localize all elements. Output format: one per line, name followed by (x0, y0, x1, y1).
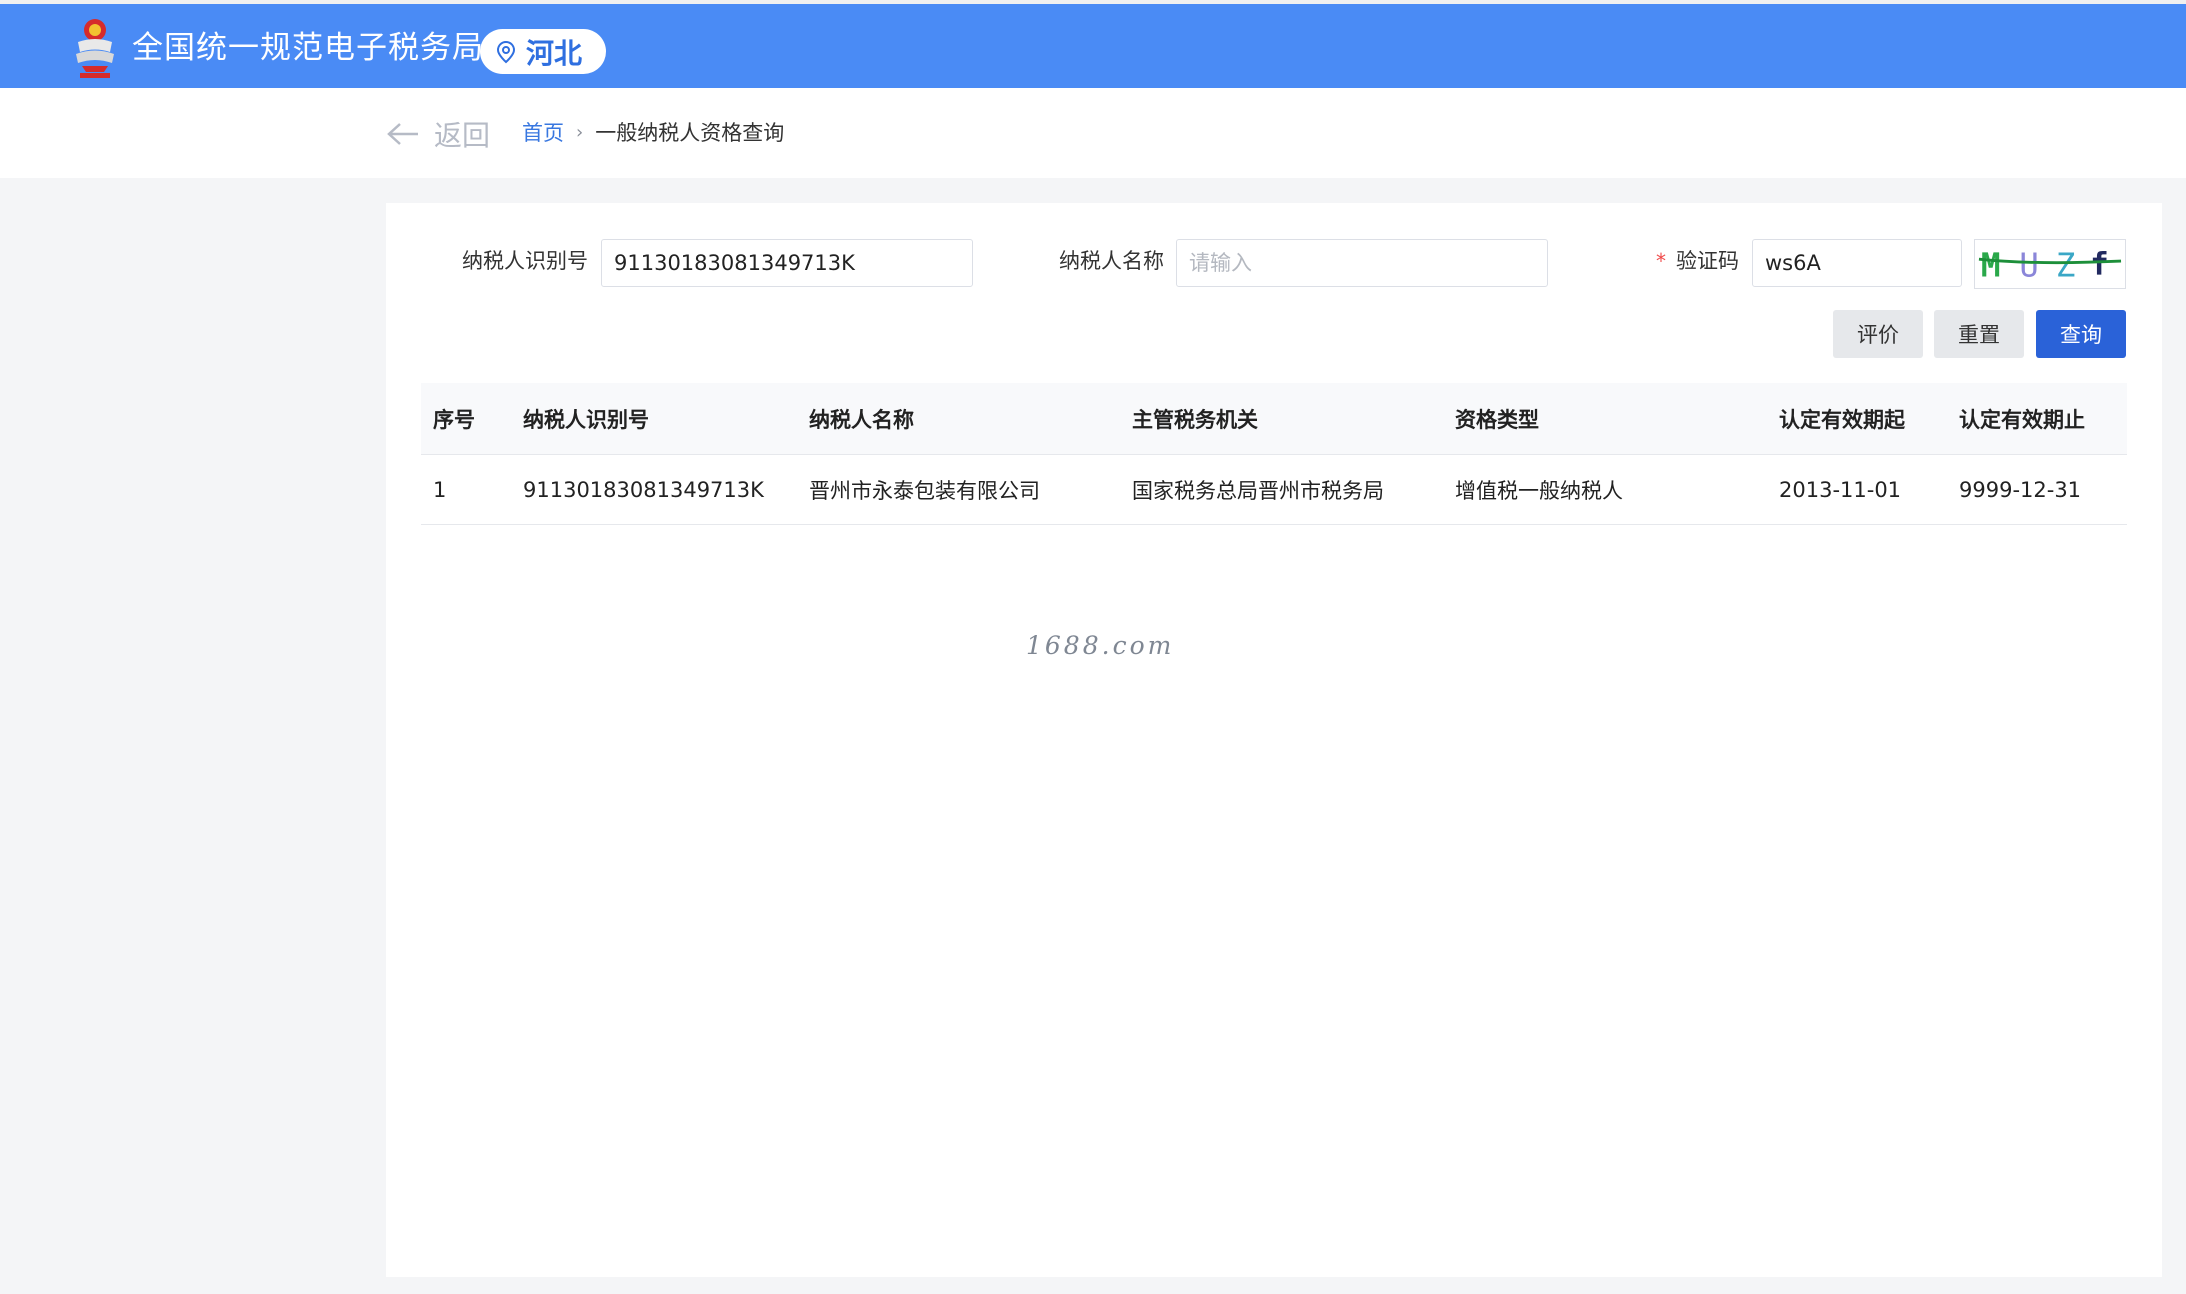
taxpayer-name-label: 纳税人名称 (1059, 249, 1164, 273)
reset-button[interactable]: 重置 (1934, 310, 2024, 358)
tax-emblem-icon (76, 19, 114, 78)
results-table: 序号 纳税人识别号 纳税人名称 主管税务机关 资格类型 认定有效期起 认定有效期… (421, 383, 2127, 525)
svg-text:U: U (2019, 246, 2039, 284)
svg-text:f: f (2090, 247, 2109, 283)
location-pin-icon (496, 40, 516, 63)
table-header: 序号 纳税人识别号 纳税人名称 主管税务机关 资格类型 认定有效期起 认定有效期… (421, 383, 2127, 455)
table-cell: 2013-11-01 (1779, 477, 1902, 502)
column-header: 序号 (433, 407, 475, 432)
taxpayer-id-label: 纳税人识别号 (462, 249, 588, 273)
table-cell: 晋州市永泰包装有限公司 (809, 478, 1040, 503)
breadcrumb-current: 一般纳税人资格查询 (595, 121, 785, 145)
sub-navigation: 返回 首页 › 一般纳税人资格查询 (0, 88, 2186, 178)
taxpayer-name-input[interactable] (1176, 239, 1548, 287)
back-button[interactable]: 返回 (386, 114, 490, 154)
breadcrumb-separator: › (576, 122, 584, 143)
breadcrumb-home-link[interactable]: 首页 (522, 118, 564, 148)
captcha-label: 验证码 (1676, 249, 1739, 273)
site-title: 全国统一规范电子税务局 (132, 30, 484, 66)
taxpayer-id-input[interactable] (601, 239, 973, 287)
table-cell: 91130183081349713K (523, 477, 764, 502)
query-panel: 纳税人识别号 纳税人名称 * 验证码 M U Z f 评价 重置 查询 序号 纳… (386, 203, 2162, 1277)
captcha-graphic: M U Z f (1978, 246, 2122, 284)
arrow-left-icon (387, 123, 418, 145)
column-header: 纳税人识别号 (523, 407, 649, 432)
table-cell: 1 (433, 477, 447, 502)
column-header: 认定有效期止 (1959, 407, 2085, 432)
column-header: 资格类型 (1455, 407, 1539, 432)
watermark: 1688.com (1026, 631, 1175, 660)
breadcrumb: 首页 › 一般纳税人资格查询 (522, 118, 784, 148)
top-header: 全国统一规范电子税务局 河北 (0, 0, 2186, 88)
column-header: 主管税务机关 (1132, 407, 1258, 432)
table-cell: 9999-12-31 (1959, 477, 2082, 502)
column-header: 认定有效期起 (1779, 407, 1905, 432)
back-label: 返回 (434, 119, 491, 152)
table-cell: 国家税务总局晋州市税务局 (1132, 478, 1384, 503)
evaluate-button[interactable]: 评价 (1833, 310, 1923, 358)
svg-text:Z: Z (2056, 246, 2076, 284)
table-row: 1 91130183081349713K 晋州市永泰包装有限公司 国家税务总局晋… (421, 455, 2127, 525)
table-cell: 增值税一般纳税人 (1455, 478, 1623, 503)
captcha-image[interactable]: M U Z f (1974, 239, 2126, 289)
captcha-input[interactable] (1752, 239, 1962, 287)
svg-text:M: M (1981, 246, 2001, 284)
query-button[interactable]: 查询 (2036, 310, 2126, 358)
region-label: 河北 (526, 36, 583, 70)
region-selector[interactable]: 河北 (480, 29, 606, 74)
required-mark: * (1656, 249, 1666, 273)
column-header: 纳税人名称 (809, 407, 914, 432)
